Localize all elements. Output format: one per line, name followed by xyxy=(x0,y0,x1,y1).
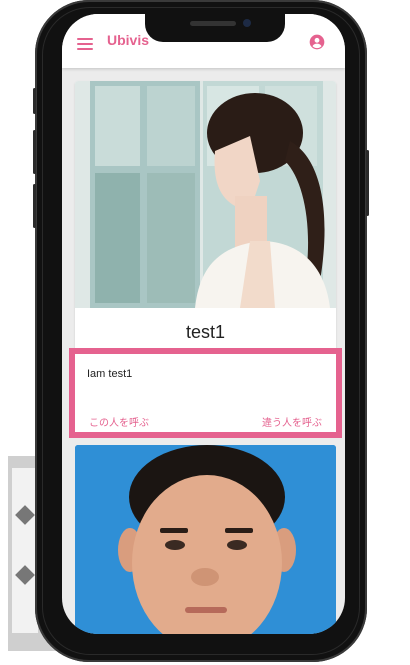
profile-photo xyxy=(75,81,336,308)
profile-name: test1 xyxy=(185,322,226,342)
phone-notch xyxy=(145,12,285,42)
phone-mute-switch xyxy=(33,88,36,114)
hamburger-menu-icon[interactable] xyxy=(77,38,93,50)
phone-volume-up xyxy=(33,130,36,174)
call-other-person-button[interactable]: 違う人を呼ぶ xyxy=(262,414,322,429)
message-text: Iam test1 xyxy=(87,368,133,380)
front-camera xyxy=(243,19,251,27)
profile-card-2 xyxy=(75,445,336,634)
decorative-mark xyxy=(15,565,35,585)
profile-photo-2 xyxy=(75,445,336,634)
account-circle-icon[interactable] xyxy=(309,34,325,50)
speaker-grille xyxy=(190,21,236,26)
app-screen: Ubivis test1 xyxy=(62,14,345,634)
profile-card: test1 xyxy=(75,81,336,351)
decorative-mark xyxy=(15,505,35,525)
app-title: Ubivis xyxy=(107,32,150,48)
phone-volume-down xyxy=(33,184,36,228)
phone-power-button xyxy=(366,150,369,216)
call-this-person-button[interactable]: この人を呼ぶ xyxy=(89,414,149,429)
message-box: Iam test1 この人を呼ぶ 違う人を呼ぶ xyxy=(69,348,342,438)
